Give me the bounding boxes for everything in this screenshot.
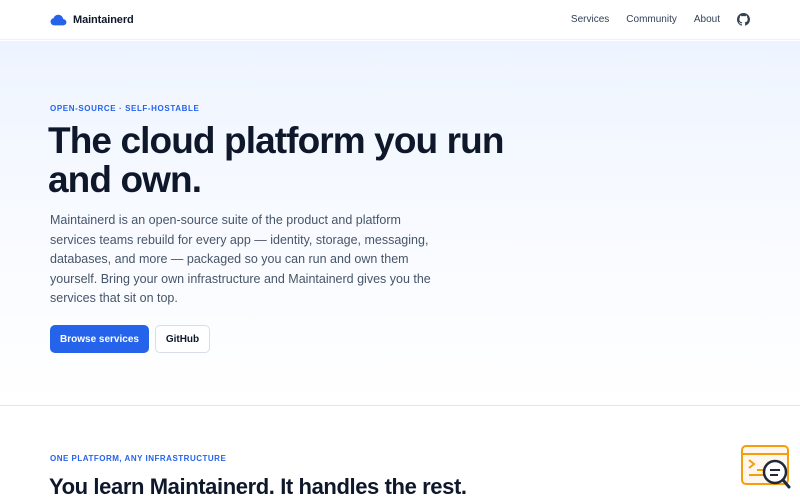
main-nav: Services Community About [571, 13, 750, 26]
github-link[interactable] [737, 13, 750, 26]
hero-eyebrow: OPEN-SOURCE · SELF-HOSTABLE [50, 104, 200, 113]
nav-community[interactable]: Community [626, 14, 677, 25]
github-button[interactable]: GitHub [155, 325, 210, 353]
brand-name: Maintainerd [73, 13, 134, 26]
github-icon [737, 13, 750, 26]
cloud-icon [50, 14, 67, 25]
section-divider [0, 405, 800, 406]
nav-about[interactable]: About [694, 14, 720, 25]
section-eyebrow: ONE PLATFORM, ANY INFRASTRUCTURE [50, 454, 227, 463]
site-header: Maintainerd Services Community About [0, 0, 800, 40]
floating-widget[interactable] [740, 444, 792, 490]
hero-description: Maintainerd is an open-source suite of t… [50, 213, 431, 305]
nav-services[interactable]: Services [571, 14, 609, 25]
hero-section: OPEN-SOURCE · SELF-HOSTABLE The cloud pl… [0, 41, 800, 405]
brand-link[interactable]: Maintainerd [50, 14, 134, 26]
terminal-search-icon [741, 445, 791, 489]
section-title: You learn Maintainerd. It handles the re… [49, 474, 467, 499]
hero-title: The cloud platform you run and own. [48, 120, 504, 200]
browse-services-button[interactable]: Browse services [50, 325, 149, 353]
